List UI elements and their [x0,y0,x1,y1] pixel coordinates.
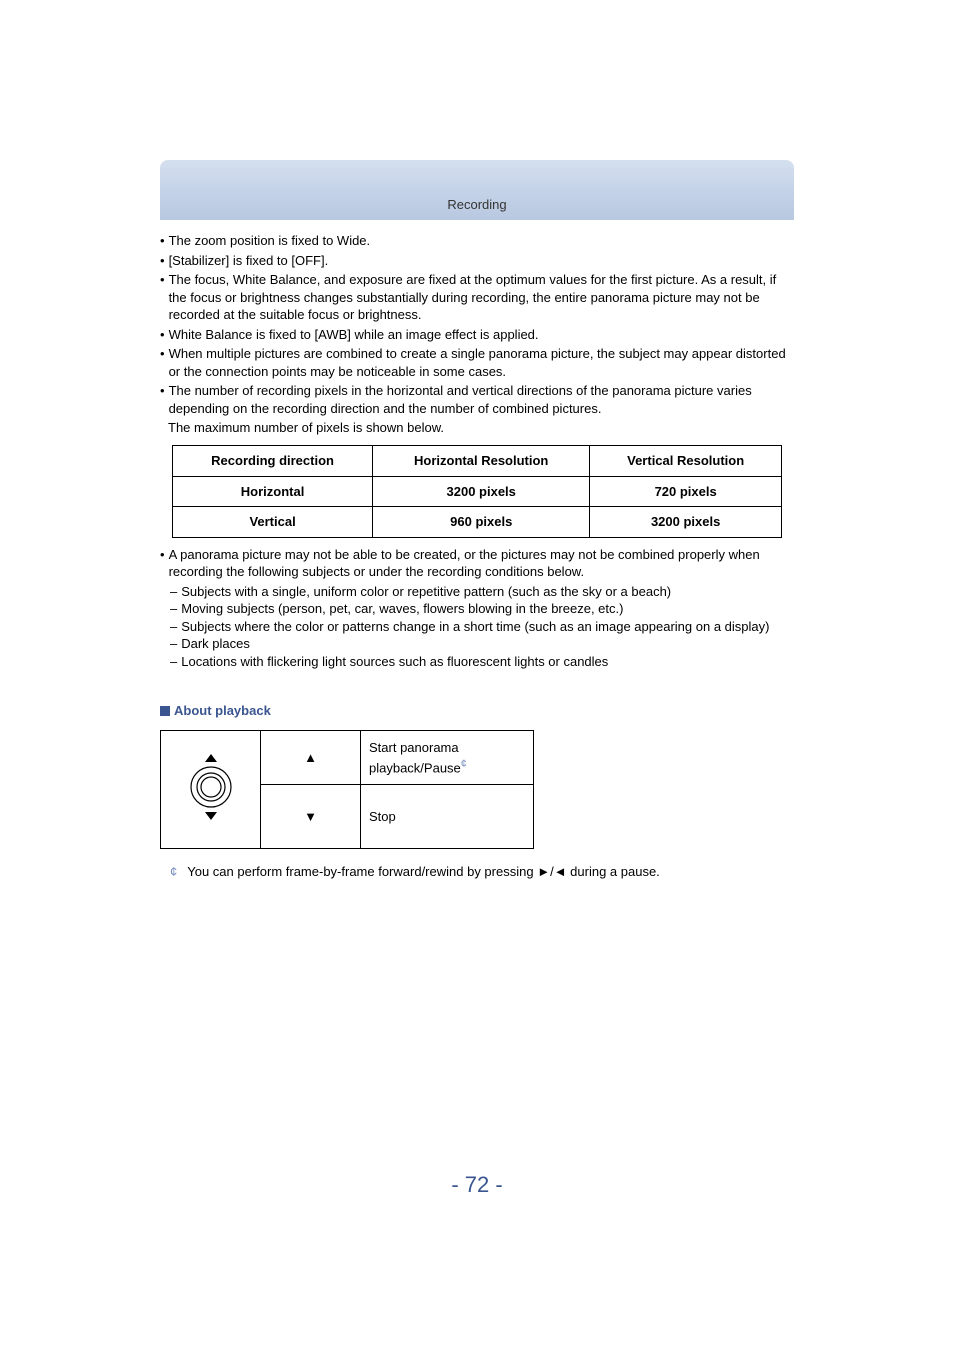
page-header-title: Recording [447,197,506,212]
down-arrow-icon: ▼ [261,785,361,849]
playback-desc: Start panorama playback/Pause¢ [361,731,534,785]
footnote-ref: ¢ [461,758,467,770]
section-title: About playback [174,702,271,720]
table-cell: Vertical [173,507,373,538]
bullet-item: • A panorama picture may not be able to … [160,546,794,581]
bullet-text: When multiple pictures are combined to c… [169,345,794,380]
dash-icon: – [170,653,177,671]
dash-icon: – [170,618,177,636]
desc-text: Start panorama playback/Pause [369,740,461,775]
pixels-intro-sub: The maximum number of pixels is shown be… [168,419,794,437]
dash-text: Locations with flickering light sources … [181,653,794,671]
bullet-dot-icon: • [160,382,165,417]
bullet-text: The zoom position is fixed to Wide. [169,232,794,250]
playback-desc: Stop [361,785,534,849]
footnote: ¢ You can perform frame-by-frame forward… [160,863,794,881]
dash-icon: – [170,583,177,601]
table-header: Horizontal Resolution [373,446,590,477]
dpad-icon [183,752,239,822]
footnote-post: during a pause. [567,864,660,879]
dash-text: Dark places [181,635,794,653]
bullet-dot-icon: • [160,546,165,581]
page-number: - 72 - [0,1172,954,1198]
table-header: Vertical Resolution [590,446,782,477]
footnote-text: You can perform frame-by-frame forward/r… [187,863,660,881]
bullet-text: A panorama picture may not be able to be… [169,546,794,581]
bullet-dot-icon: • [160,326,165,344]
table-cell: Horizontal [173,476,373,507]
bullet-dot-icon: • [160,252,165,270]
dash-icon: – [170,635,177,653]
left-arrow-icon: ◄ [554,864,567,879]
bullet-text: White Balance is fixed to [AWB] while an… [169,326,794,344]
table-cell: 3200 pixels [373,476,590,507]
playback-table: ▲ Start panorama playback/Pause¢ ▼ Stop [160,730,534,849]
dash-item: – Dark places [160,635,794,653]
table-cell: 720 pixels [590,476,782,507]
bullet-item: • [Stabilizer] is fixed to [OFF]. [160,252,794,270]
bullet-item: • The focus, White Balance, and exposure… [160,271,794,324]
table-cell: 3200 pixels [590,507,782,538]
right-arrow-icon: ► [537,864,550,879]
content-area: • The zoom position is fixed to Wide. • … [160,232,794,881]
table-row: ▲ Start panorama playback/Pause¢ [161,731,534,785]
footnote-mark: ¢ [170,863,177,881]
bullet-text: The number of recording pixels in the ho… [169,382,794,417]
dash-text: Moving subjects (person, pet, car, waves… [181,600,794,618]
dpad-cell [161,731,261,849]
bullet-text: [Stabilizer] is fixed to [OFF]. [169,252,794,270]
table-cell: 960 pixels [373,507,590,538]
bullet-dot-icon: • [160,345,165,380]
dash-item: – Moving subjects (person, pet, car, wav… [160,600,794,618]
bullet-dot-icon: • [160,271,165,324]
bullet-item: • When multiple pictures are combined to… [160,345,794,380]
dash-item: – Subjects where the color or patterns c… [160,618,794,636]
section-heading: About playback [160,702,794,720]
table-header: Recording direction [173,446,373,477]
bullet-item: • White Balance is fixed to [AWB] while … [160,326,794,344]
table-header-row: Recording direction Horizontal Resolutio… [173,446,782,477]
header-band: Recording [160,160,794,220]
dash-item: – Locations with flickering light source… [160,653,794,671]
table-row: Horizontal 3200 pixels 720 pixels [173,476,782,507]
bullet-item: • The zoom position is fixed to Wide. [160,232,794,250]
dash-item: – Subjects with a single, uniform color … [160,583,794,601]
table-row: Vertical 960 pixels 3200 pixels [173,507,782,538]
dash-text: Subjects where the color or patterns cha… [181,618,794,636]
up-arrow-icon: ▲ [261,731,361,785]
footnote-pre: You can perform frame-by-frame forward/r… [187,864,537,879]
section-square-icon [160,706,170,716]
bullet-item: • The number of recording pixels in the … [160,382,794,417]
bullet-dot-icon: • [160,232,165,250]
dash-icon: – [170,600,177,618]
dash-text: Subjects with a single, uniform color or… [181,583,794,601]
resolution-table: Recording direction Horizontal Resolutio… [172,445,782,538]
bullet-text: The focus, White Balance, and exposure a… [169,271,794,324]
